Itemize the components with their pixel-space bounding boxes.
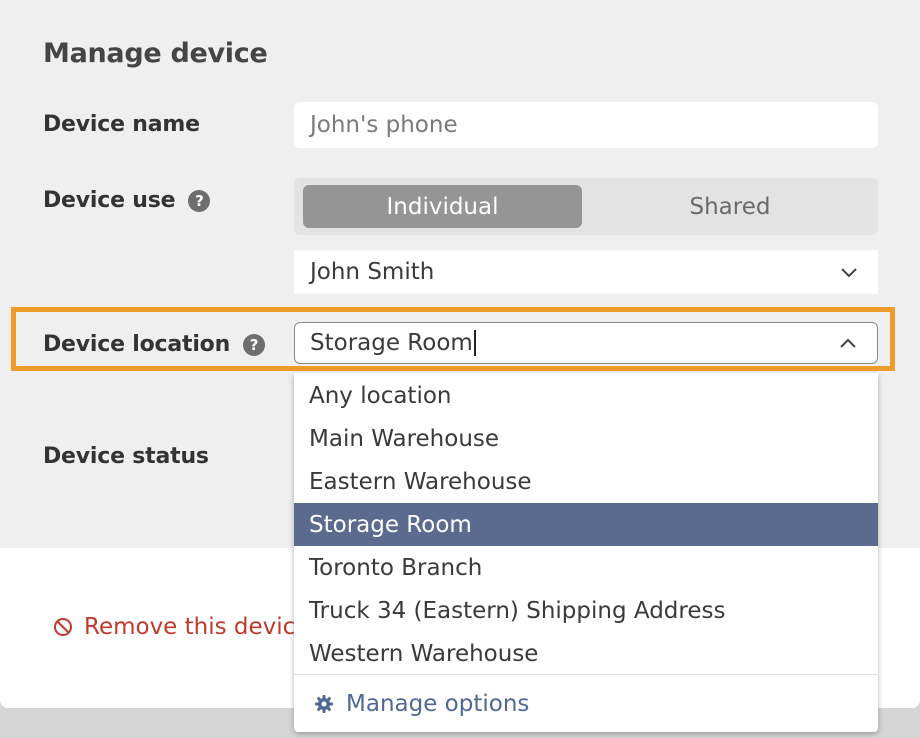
text-cursor (473, 330, 476, 356)
question-circle-icon[interactable]: ? (188, 189, 211, 212)
page-title: Manage device (43, 38, 268, 69)
device-location-value: Storage Room (310, 330, 473, 356)
dropdown-option[interactable]: Any location (294, 374, 878, 417)
device-status-label-text: Device status (43, 444, 209, 469)
dropdown-option[interactable]: Toronto Branch (294, 546, 878, 589)
device-use-label-text: Device use (43, 188, 176, 213)
gear-icon (315, 694, 333, 713)
device-name-value: John's phone (310, 112, 458, 138)
device-use-segmented-control: Individual Shared (294, 178, 878, 235)
dropdown-option[interactable]: Western Warehouse (294, 632, 878, 675)
segment-shared[interactable]: Shared (590, 185, 870, 228)
device-name-label-text: Device name (43, 112, 200, 137)
assignee-select[interactable]: John Smith (294, 250, 878, 294)
dropdown-option[interactable]: Main Warehouse (294, 417, 878, 460)
prohibited-icon (54, 618, 72, 636)
device-name-input[interactable]: John's phone (294, 102, 878, 148)
device-status-label: Device status (43, 444, 209, 469)
dropdown-option[interactable]: Eastern Warehouse (294, 460, 878, 503)
chevron-up-icon[interactable] (839, 337, 857, 349)
device-use-label: Device use ? (43, 188, 211, 213)
segment-individual[interactable]: Individual (303, 185, 582, 228)
device-name-label: Device name (43, 112, 200, 137)
assignee-value: John Smith (310, 259, 435, 285)
dropdown-option-selected[interactable]: Storage Room (294, 503, 878, 546)
device-location-combobox[interactable]: Storage Room (294, 322, 878, 364)
remove-device-label: Remove this device (84, 614, 310, 640)
chevron-down-icon (841, 268, 857, 278)
manage-options-label: Manage options (346, 690, 530, 717)
dropdown-option[interactable]: Truck 34 (Eastern) Shipping Address (294, 589, 878, 632)
remove-device-button[interactable]: Remove this device (53, 614, 309, 640)
location-dropdown: Any location Main Warehouse Eastern Ware… (294, 373, 878, 732)
manage-options-button[interactable]: Manage options (294, 674, 878, 732)
